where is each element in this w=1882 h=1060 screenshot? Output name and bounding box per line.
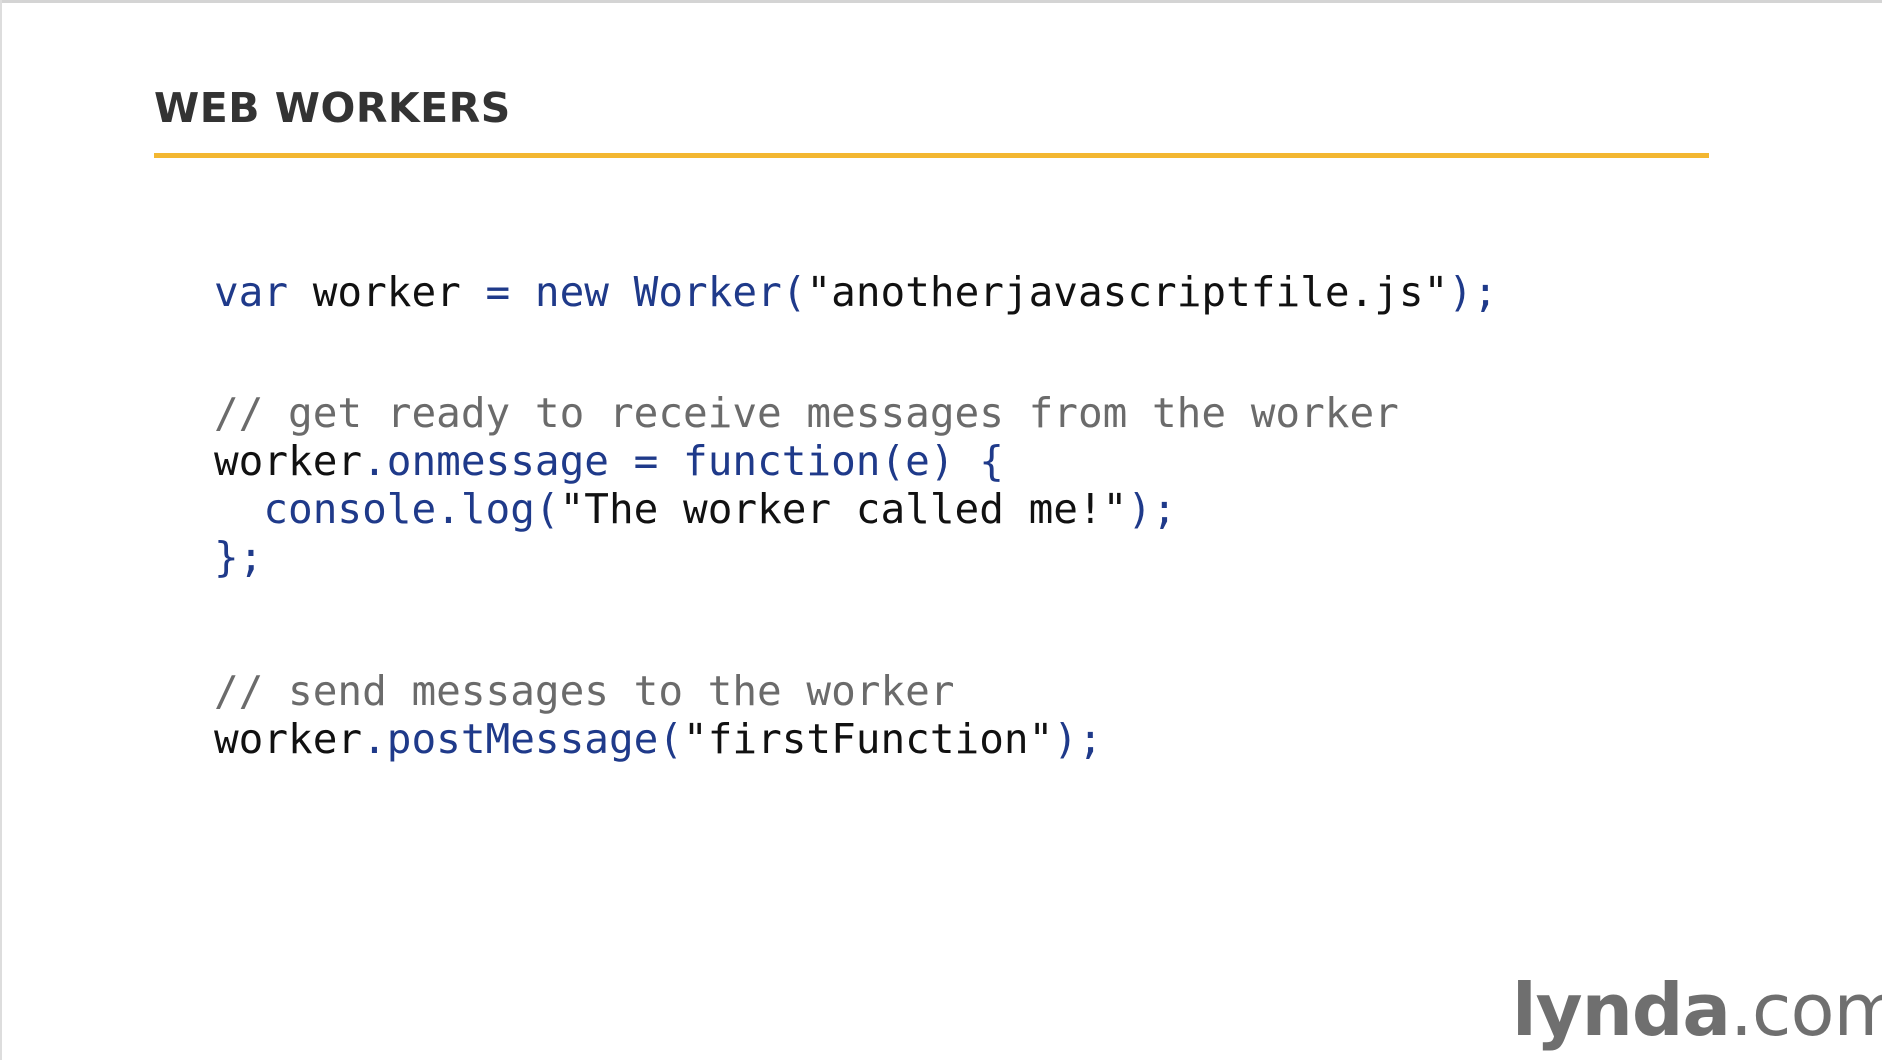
statement-end: ); <box>1053 715 1103 763</box>
code-line-postmessage: worker.postMessage("firstFunction"); <box>214 715 1103 763</box>
call-console-log: console.log( <box>263 485 560 533</box>
slide-left-border <box>0 0 2 1060</box>
comment-receive: // get ready to receive messages from th… <box>214 389 1399 437</box>
code-line-onmessage: worker.onmessage = function(e) { <box>214 437 1004 485</box>
comment-send: // send messages to the worker <box>214 667 955 715</box>
statement-end: ); <box>1127 485 1177 533</box>
identifier-worker: worker <box>214 715 363 763</box>
code-block: var worker = new Worker("anotherjavascri… <box>214 0 1498 763</box>
code-line-comment-receive: // get ready to receive messages from th… <box>214 389 1399 437</box>
code-line-console-log: console.log("The worker called me!"); <box>214 485 1177 533</box>
keyword-new: new <box>534 268 609 316</box>
code-line-close-brace: }; <box>214 533 263 581</box>
string-filename: "anotherjavascriptfile.js" <box>806 268 1449 316</box>
slide-top-border <box>0 0 1882 3</box>
string-first-function: "firstFunction" <box>683 715 1054 763</box>
operator-equals: = <box>608 437 684 485</box>
title-underline <box>154 153 1709 158</box>
string-message: "The worker called me!" <box>559 485 1128 533</box>
logo-main: lynda <box>1512 968 1731 1052</box>
call-postmessage: .postMessage( <box>362 715 684 763</box>
slide-title: WEB WORKERS <box>154 84 511 132</box>
keyword-var: var <box>214 268 289 316</box>
operator-equals: = <box>460 268 535 316</box>
identifier-worker: worker <box>288 268 461 316</box>
constructor-worker: Worker( <box>608 268 807 316</box>
code-line-worker-declaration: var worker = new Worker("anotherjavascri… <box>214 268 1498 316</box>
property-onmessage: .onmessage <box>362 437 609 485</box>
logo-suffix: .com <box>1730 968 1882 1052</box>
closing-brace: }; <box>214 533 264 581</box>
statement-end: ); <box>1448 268 1498 316</box>
code-line-comment-send: // send messages to the worker <box>214 667 955 715</box>
identifier-worker: worker <box>214 437 363 485</box>
function-declaration: function(e) { <box>683 437 1004 485</box>
lynda-logo: lynda.com <box>1512 968 1882 1052</box>
